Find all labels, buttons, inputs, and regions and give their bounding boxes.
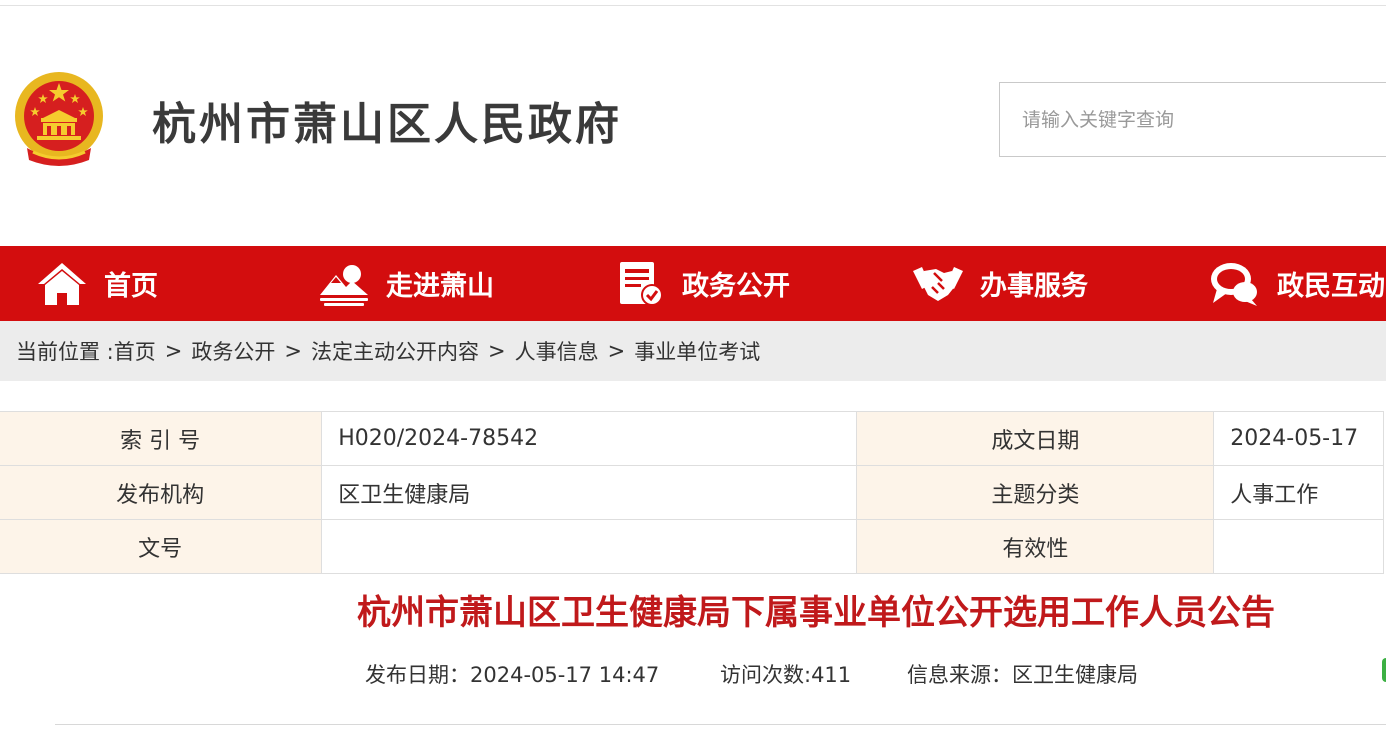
landscape-icon	[320, 264, 368, 306]
meta-value-validity	[1213, 519, 1384, 574]
breadcrumb-separator: >	[607, 339, 626, 363]
meta-key-publisher: 发布机构	[0, 465, 323, 520]
breadcrumb-link-home[interactable]: 首页	[114, 336, 156, 366]
nav-label-services: 办事服务	[980, 271, 1088, 302]
meta-value-document-number	[321, 519, 858, 574]
meta-key-validity: 有效性	[856, 519, 1215, 574]
meta-key-written-date: 成文日期	[856, 411, 1215, 466]
info-source: 信息来源：区卫生健康局	[907, 663, 1138, 687]
chat-bubble-icon	[1211, 262, 1257, 306]
document-meta-table: 索 引 号 H020/2024-78542 成文日期 2024-05-17 发布…	[0, 411, 1384, 574]
breadcrumb-link-institution-exam[interactable]: 事业单位考试	[634, 336, 760, 366]
breadcrumb-separator: >	[164, 339, 183, 363]
handshake-icon	[913, 266, 963, 301]
nav-label-interaction: 政民互动	[1277, 271, 1385, 302]
home-icon	[38, 262, 86, 305]
document-check-icon	[620, 261, 663, 306]
visit-count: 访问次数:411	[720, 663, 852, 687]
meta-value-topic: 人事工作	[1213, 465, 1384, 520]
nav-item-about-xiaoshan[interactable]: 走进萧山	[318, 246, 494, 321]
share-widget-edge[interactable]	[1382, 658, 1386, 682]
search-input[interactable]	[999, 82, 1386, 157]
main-nav: 首页 走进萧山 政务公开 办事服务 政民互动	[0, 246, 1386, 321]
meta-key-index-number: 索 引 号	[0, 411, 323, 466]
article-divider	[55, 724, 1386, 725]
meta-value-index-number: H020/2024-78542	[321, 411, 858, 466]
table-row: 发布机构 区卫生健康局 主题分类 人事工作	[0, 465, 1384, 520]
meta-key-document-number: 文号	[0, 519, 323, 574]
breadcrumb-separator: >	[284, 339, 302, 363]
site-title: 杭州市萧山区人民政府	[152, 99, 622, 150]
breadcrumb-link-statutory-disclosure[interactable]: 法定主动公开内容	[311, 336, 479, 366]
breadcrumb-prefix: 当前位置 :	[16, 340, 114, 364]
meta-key-topic: 主题分类	[856, 465, 1215, 520]
nav-label-about-xiaoshan: 走进萧山	[386, 271, 494, 302]
table-row: 文号 有效性	[0, 519, 1384, 574]
breadcrumb-separator: >	[487, 339, 506, 363]
breadcrumb-link-personnel-info[interactable]: 人事信息	[515, 336, 599, 366]
nav-label-home: 首页	[104, 271, 158, 302]
top-divider	[0, 5, 1386, 6]
meta-value-publisher: 区卫生健康局	[321, 465, 858, 520]
nav-item-home[interactable]: 首页	[36, 246, 158, 321]
table-row: 索 引 号 H020/2024-78542 成文日期 2024-05-17	[0, 411, 1384, 466]
article-title: 杭州市萧山区卫生健康局下属事业单位公开选用工作人员公告	[357, 593, 1275, 633]
breadcrumb-link-government-affairs[interactable]: 政务公开	[191, 336, 275, 366]
nav-label-government-affairs: 政务公开	[682, 271, 790, 302]
nav-item-services[interactable]: 办事服务	[912, 246, 1088, 321]
breadcrumb: 当前位置 : 首页 > 政务公开 > 法定主动公开内容 > 人事信息 > 事业单…	[0, 321, 1386, 381]
national-emblem-icon	[15, 72, 103, 166]
meta-value-written-date: 2024-05-17	[1213, 411, 1384, 466]
nav-item-interaction[interactable]: 政民互动	[1209, 246, 1385, 321]
nav-item-government-affairs[interactable]: 政务公开	[614, 246, 790, 321]
publish-date: 发布日期：2024-05-17 14:47	[365, 663, 660, 687]
